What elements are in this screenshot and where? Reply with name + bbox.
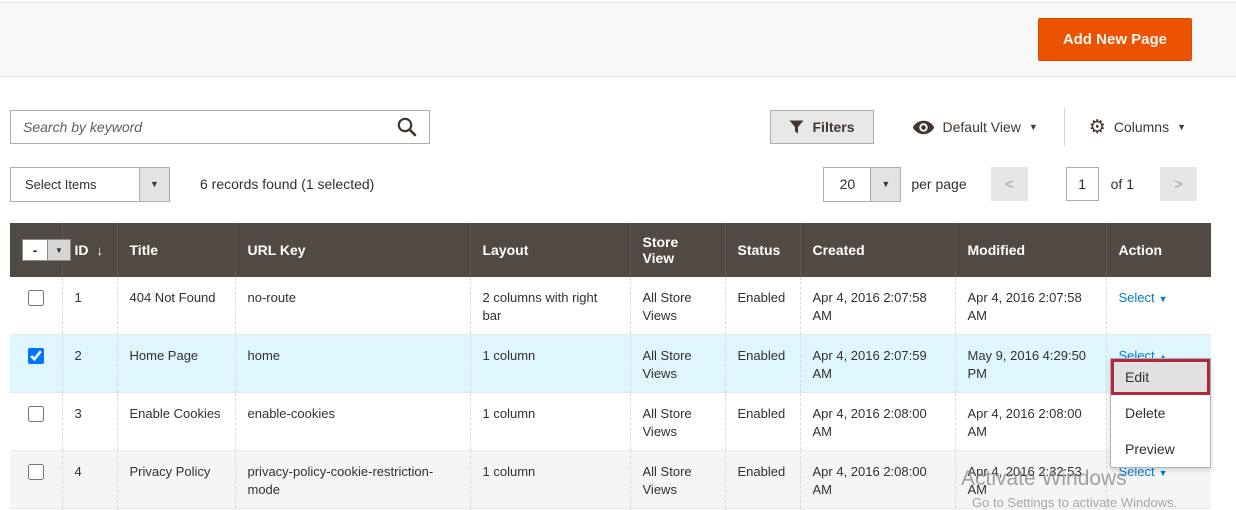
column-header-store-view[interactable]: Store View	[630, 223, 725, 277]
select-action-link[interactable]: Select▼	[1119, 290, 1168, 305]
cell-layout: 1 column	[470, 335, 630, 393]
mass-action-select[interactable]: Select Items ▼	[10, 167, 170, 202]
header-row: - ▼ ID↓ Title URL Key Layout Store View …	[10, 223, 1211, 277]
cell-url-key: privacy-policy-cookie-restriction-mode	[235, 451, 470, 509]
default-view-label: Default View	[943, 119, 1021, 135]
next-page-button[interactable]: >	[1160, 167, 1197, 201]
chevron-down-icon[interactable]: ▼	[139, 168, 169, 201]
select-all-control[interactable]: - ▼	[22, 239, 71, 261]
add-new-page-button[interactable]: Add New Page	[1038, 18, 1192, 61]
cell-layout: 1 column	[470, 451, 630, 509]
cell-url-key: no-route	[235, 277, 470, 335]
mass-action-label: Select Items	[11, 168, 139, 201]
pagination: 20 ▼ per page < of 1 >	[823, 167, 1197, 202]
sort-desc-icon: ↓	[97, 243, 104, 258]
cell-id: 4	[62, 451, 117, 509]
filter-funnel-icon	[789, 120, 804, 134]
column-header-layout[interactable]: Layout	[470, 223, 630, 277]
cell-store-view: All Store Views	[630, 335, 725, 393]
menu-item-preview[interactable]: Preview	[1111, 431, 1210, 467]
cell-store-view: All Store Views	[630, 277, 725, 335]
table-row: 4 Privacy Policy privacy-policy-cookie-r…	[10, 451, 1211, 509]
current-page-input[interactable]	[1066, 167, 1099, 201]
chevron-down-icon: ▼	[1159, 294, 1168, 304]
cell-title: 404 Not Found	[117, 277, 235, 335]
cell-store-view: All Store Views	[630, 393, 725, 451]
grid-toolbar: Filters Default View ▼ ⚙ Columns ▼	[0, 108, 1236, 146]
cell-modified: Apr 4, 2016 2:07:58 AM	[955, 277, 1106, 335]
per-page-select[interactable]: 20 ▼	[823, 167, 901, 202]
cell-created: Apr 4, 2016 2:07:59 AM	[800, 335, 955, 393]
toolbar-divider	[1064, 108, 1065, 146]
row-action-menu: Edit Delete Preview	[1110, 358, 1211, 468]
filters-button[interactable]: Filters	[770, 110, 874, 144]
cell-layout: 2 columns with right bar	[470, 277, 630, 335]
per-page-value: 20	[824, 168, 870, 201]
column-header-url-key[interactable]: URL Key	[235, 223, 470, 277]
row-checkbox[interactable]	[28, 290, 44, 306]
cell-status: Enabled	[725, 451, 800, 509]
column-header-status[interactable]: Status	[725, 223, 800, 277]
prev-page-button[interactable]: <	[991, 167, 1028, 201]
row-checkbox[interactable]	[28, 464, 44, 480]
cell-status: Enabled	[725, 393, 800, 451]
column-header-action: Action	[1106, 223, 1211, 277]
table-row-partial	[10, 509, 1211, 510]
cell-url-key: enable-cookies	[235, 393, 470, 451]
cell-title: Enable Cookies	[117, 393, 235, 451]
filters-label: Filters	[813, 119, 855, 135]
cell-id: 2	[62, 335, 117, 393]
row-checkbox[interactable]	[28, 406, 44, 422]
eye-icon	[912, 120, 935, 135]
grid-controls-row: Select Items ▼ 6 records found (1 select…	[0, 166, 1236, 202]
page-header-band: Add New Page	[0, 2, 1236, 77]
column-header-modified[interactable]: Modified	[955, 223, 1106, 277]
select-all-header: - ▼	[10, 223, 62, 277]
column-header-title[interactable]: Title	[117, 223, 235, 277]
cell-store-view: All Store Views	[630, 451, 725, 509]
menu-item-edit[interactable]: Edit	[1111, 359, 1210, 395]
cell-created: Apr 4, 2016 2:08:00 AM	[800, 393, 955, 451]
cell-layout: 1 column	[470, 393, 630, 451]
menu-item-delete[interactable]: Delete	[1111, 395, 1210, 431]
total-pages-label: of 1	[1111, 176, 1134, 192]
chevron-down-icon[interactable]: ▼	[48, 239, 71, 261]
columns-dropdown[interactable]: ⚙ Columns ▼	[1079, 118, 1196, 137]
table-row: 3 Enable Cookies enable-cookies 1 column…	[10, 393, 1211, 451]
cell-status: Enabled	[725, 277, 800, 335]
chevron-down-icon: ▼	[1159, 468, 1168, 478]
gear-icon: ⚙	[1089, 118, 1106, 137]
cell-url-key: home	[235, 335, 470, 393]
search-icon[interactable]	[396, 115, 422, 139]
cell-created: Apr 4, 2016 2:07:58 AM	[800, 277, 955, 335]
cell-title: Privacy Policy	[117, 451, 235, 509]
per-page-label: per page	[911, 176, 966, 192]
records-summary: 6 records found (1 selected)	[200, 176, 374, 192]
cell-modified: Apr 4, 2016 2:32:53 AM	[955, 451, 1106, 509]
row-checkbox[interactable]	[28, 348, 44, 364]
cell-modified: Apr 4, 2016 2:08:00 AM	[955, 393, 1106, 451]
cell-modified: May 9, 2016 4:29:50 PM	[955, 335, 1106, 393]
cell-created: Apr 4, 2016 2:08:00 AM	[800, 451, 955, 509]
data-table: - ▼ ID↓ Title URL Key Layout Store View …	[10, 223, 1211, 510]
chevron-down-icon: ▼	[1177, 122, 1186, 132]
cell-id: 3	[62, 393, 117, 451]
table-row-selected: 2 Home Page home 1 column All Store View…	[10, 335, 1211, 393]
chevron-down-icon: ▼	[1029, 122, 1038, 132]
columns-label: Columns	[1114, 119, 1169, 135]
cms-pages-grid: - ▼ ID↓ Title URL Key Layout Store View …	[10, 223, 1211, 510]
keyword-search	[10, 110, 430, 144]
cell-status: Enabled	[725, 335, 800, 393]
search-input[interactable]	[10, 110, 430, 144]
cell-title: Home Page	[117, 335, 235, 393]
select-all-checkbox[interactable]: -	[22, 239, 48, 261]
table-row: 1 404 Not Found no-route 2 columns with …	[10, 277, 1211, 335]
cell-id: 1	[62, 277, 117, 335]
toolbar-right-controls: Filters Default View ▼ ⚙ Columns ▼	[770, 108, 1197, 146]
default-view-dropdown[interactable]: Default View ▼	[902, 119, 1048, 135]
chevron-down-icon[interactable]: ▼	[870, 168, 900, 201]
column-header-created[interactable]: Created	[800, 223, 955, 277]
